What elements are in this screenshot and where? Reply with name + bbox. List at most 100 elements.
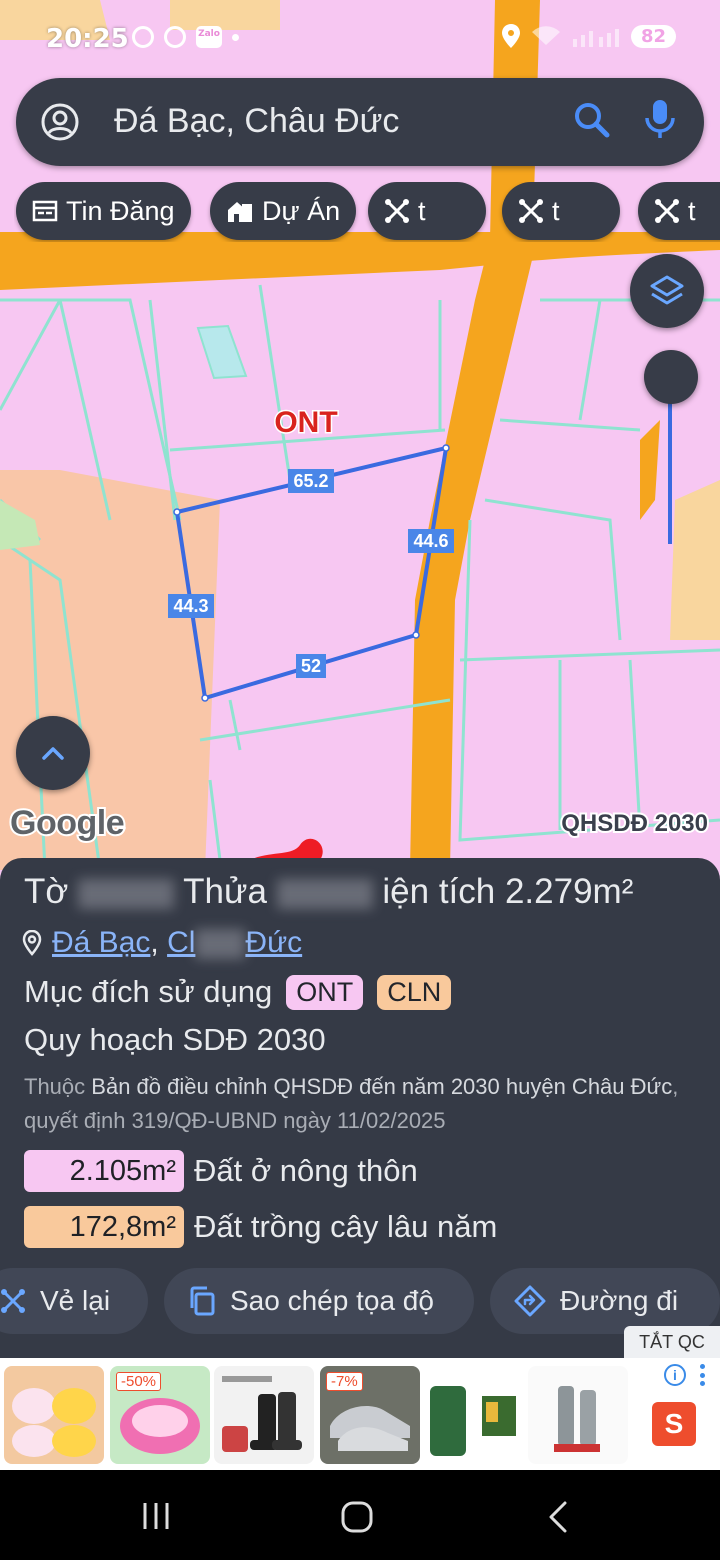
purpose-label: Mục đích sử dụng	[24, 974, 273, 1009]
measure-icon	[1, 1289, 25, 1313]
discount-badge: -50%	[116, 1372, 162, 1391]
redacted-block	[276, 878, 373, 909]
ad-product-sandals[interactable]: -50%	[110, 1366, 210, 1464]
chip-du-an[interactable]: Dự Án	[210, 182, 357, 240]
zalo-icon: Zalo	[196, 26, 222, 48]
layer-name-label: QHSDĐ 2030	[559, 808, 710, 839]
discount-badge: -7%	[326, 1372, 363, 1391]
chip-label: Tin Đăng	[66, 195, 175, 226]
search-bar[interactable]: Đá Bạc, Châu Đức	[16, 78, 704, 166]
google-logo: Google	[8, 802, 127, 844]
product-image	[554, 1386, 600, 1452]
measure-icon	[519, 199, 543, 223]
edge-label-right: 44.6	[413, 531, 448, 551]
system-nav-bar	[0, 1470, 720, 1560]
directions-icon	[514, 1285, 546, 1317]
search-icon[interactable]	[572, 100, 612, 140]
status-time: 20:25	[46, 24, 129, 54]
chevron-up-icon	[42, 747, 64, 760]
redacted-block	[195, 929, 246, 960]
location-link-district[interactable]: Cl	[167, 926, 195, 959]
action-bar: Vẻ lại Sao chép tọa độ Đường đi	[0, 1268, 720, 1334]
ad-info-icon[interactable]: i	[664, 1364, 686, 1386]
location-link-commune[interactable]: Đá Bạc	[52, 926, 150, 959]
purpose-tag-cln: CLN	[377, 974, 452, 1010]
wifi-icon	[531, 26, 560, 45]
area-label: Đất trồng cây lâu năm	[194, 1209, 498, 1244]
opacity-slider-handle[interactable]	[644, 350, 698, 404]
area-row-cln: 172,8m² Đất trồng cây lâu năm	[24, 1206, 497, 1248]
close-ads-button[interactable]: TẮT QC	[624, 1326, 720, 1358]
chip-measure-2[interactable]: t	[502, 182, 620, 240]
shopee-logo[interactable]: S	[652, 1402, 696, 1446]
chip-label: t	[418, 195, 426, 226]
listing-icon	[32, 200, 58, 222]
expand-panel-button[interactable]	[16, 716, 90, 790]
desc-prefix: Thuộc	[24, 1074, 86, 1099]
status-right: 82	[501, 24, 676, 48]
edge-label-bottom: 52	[301, 656, 321, 676]
layers-button[interactable]	[630, 254, 704, 328]
cln-zone-right	[670, 480, 720, 640]
ad-product-slippers[interactable]	[4, 1366, 104, 1464]
zone-label: ONT	[274, 406, 337, 439]
area-value: 172,8m²	[24, 1206, 184, 1248]
title-area: iện tích 2.279m²	[382, 872, 634, 911]
area-value: 2.105m²	[24, 1150, 184, 1192]
button-label: Vẻ lại	[40, 1285, 111, 1316]
search-query[interactable]: Đá Bạc, Châu Đức	[114, 102, 399, 141]
microphone-icon[interactable]	[644, 98, 676, 142]
redraw-button[interactable]: Vẻ lại	[0, 1268, 148, 1334]
product-image	[222, 1376, 302, 1452]
filter-chips: Tin Đăng Dự Án t t t	[14, 182, 720, 242]
button-label: Sao chép tọa độ	[230, 1285, 434, 1316]
ad-product-sneakers[interactable]: -7%	[320, 1366, 420, 1464]
plan-title: Quy hoạch SDĐ 2030	[24, 1022, 326, 1057]
location-icon	[501, 24, 520, 48]
ad-product-rain-boots[interactable]	[528, 1366, 628, 1464]
title-middle: Thửa	[183, 872, 267, 911]
measure-icon	[385, 199, 409, 223]
signal-icon	[572, 29, 619, 47]
status-app-icons: Zalo	[132, 26, 239, 48]
status-bar: 20:25 Zalo 82	[0, 0, 720, 70]
product-image	[430, 1386, 516, 1456]
home-icon[interactable]	[340, 1500, 374, 1534]
dot-icon	[232, 33, 239, 41]
button-label: Đường đi	[560, 1285, 679, 1316]
ad-more-icon[interactable]	[700, 1364, 706, 1386]
layers-icon	[650, 275, 684, 305]
edge-label-top: 65.2	[293, 471, 328, 491]
account-icon[interactable]	[40, 102, 80, 142]
chip-label: Dự Án	[262, 195, 341, 226]
location-separator: ,	[150, 926, 168, 959]
ad-banner[interactable]: -50% -7% i S	[0, 1358, 720, 1470]
copy-icon	[190, 1286, 215, 1316]
land-use-purpose: Mục đích sử dụng ONT CLN	[24, 974, 452, 1010]
facebook-icon	[164, 26, 186, 48]
product-image	[12, 1388, 96, 1457]
chip-measure-1[interactable]: t	[368, 182, 486, 240]
chip-label: t	[688, 195, 696, 226]
battery-indicator: 82	[630, 24, 676, 48]
recent-apps-icon[interactable]	[140, 1500, 172, 1532]
title-prefix: Tờ	[24, 872, 69, 911]
parcel-title: Tờ Thửa iện tích 2.279m²	[24, 872, 633, 912]
chip-tin-dang[interactable]: Tin Đăng	[16, 182, 191, 240]
location-pin-icon	[22, 930, 42, 956]
ad-product-boots[interactable]	[214, 1366, 314, 1464]
desc-main: Bản đồ điều chỉnh QHSDĐ đến năm 2030 huy…	[91, 1074, 673, 1099]
navigation-icon	[132, 26, 154, 48]
chip-label: t	[552, 195, 560, 226]
copy-coordinates-button[interactable]: Sao chép tọa độ	[164, 1268, 474, 1334]
measure-icon	[655, 199, 679, 223]
area-row-ont: 2.105m² Đất ở nông thôn	[24, 1150, 418, 1192]
redacted-block	[78, 878, 175, 909]
area-label: Đất ở nông thôn	[194, 1153, 418, 1188]
parcel-location[interactable]: Đá Bạc, Cl Đức	[22, 926, 302, 960]
chip-measure-3[interactable]: t	[638, 182, 720, 240]
ad-product-waders[interactable]	[424, 1366, 524, 1464]
location-link-district-tail[interactable]: Đức	[245, 926, 302, 959]
directions-button[interactable]: Đường đi	[490, 1268, 720, 1334]
back-icon[interactable]	[546, 1500, 570, 1534]
